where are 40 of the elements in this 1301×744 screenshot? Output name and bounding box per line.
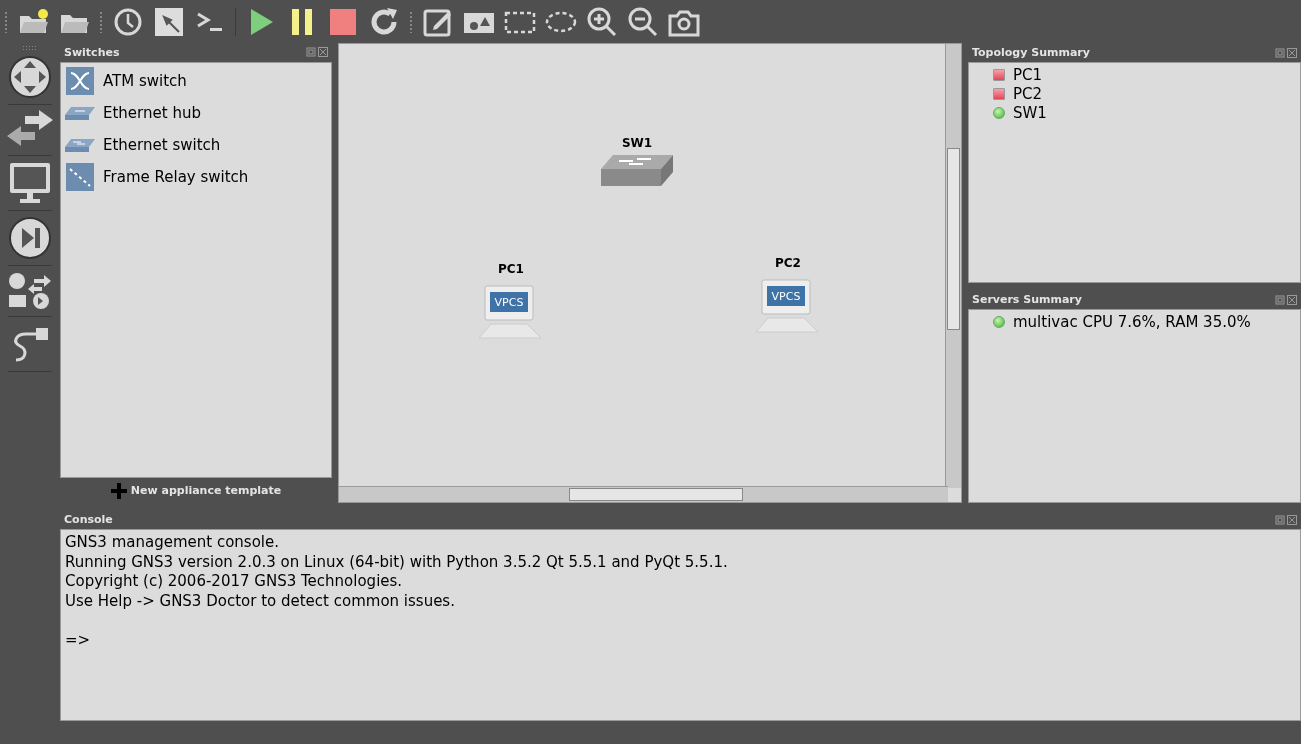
close-icon[interactable] [1287,294,1297,305]
network-switch-icon[interactable] [601,154,673,188]
server-item[interactable]: multivac CPU 7.6%, RAM 35.0% [1013,312,1251,331]
new-template-button[interactable]: New appliance template [110,478,282,503]
zoom-out-icon[interactable] [627,5,659,38]
frame-relay-icon [65,161,95,192]
skip-forward-icon[interactable] [8,216,52,260]
switch-icon [65,136,95,153]
console-line: GNS3 management console. [65,533,280,553]
panel-title: Console [64,513,113,526]
close-icon[interactable] [318,47,328,58]
device-item[interactable]: Ethernet switch [103,135,221,154]
close-icon[interactable] [1287,47,1297,58]
hub-icon [65,104,95,121]
console-line: Use Help -> GNS3 Doctor to detect common issues. [65,591,456,611]
router-icon[interactable] [8,55,52,99]
console-line: Copyright (c) 2006-2017 GNS3 Technologies. [65,572,404,592]
plus-icon [110,482,127,499]
panel-title: Switches [64,45,120,59]
node-item[interactable]: PC1 [1013,65,1043,84]
console-output[interactable] [60,529,1301,721]
device-item[interactable]: Ethernet hub [103,103,201,122]
panel-title: Servers Summary [972,293,1082,306]
horizontal-scrollbar[interactable] [339,486,948,502]
node-item[interactable]: SW1 [1013,103,1047,122]
node-item[interactable]: PC2 [1013,84,1043,103]
device-item[interactable]: ATM switch [103,71,187,90]
monitor-icon[interactable] [8,161,52,205]
panel-title: Topology Summary [972,46,1090,59]
all-devices-icon[interactable] [8,271,52,311]
close-icon[interactable] [1287,514,1297,525]
node-label: PC2 [775,256,801,270]
node-label: PC1 [498,262,524,276]
console-prompt: => [65,630,92,650]
console-line: Running GNS3 version 2.0.3 on Linux (64-bit) with Python 3.5.2 Qt 5.5.1 and PyQt 5.5.1. [65,552,729,572]
vertical-scrollbar[interactable] [945,44,961,488]
node-label: SW1 [621,136,653,150]
device-item[interactable]: Frame Relay switch [103,167,249,186]
atm-switch-icon [65,65,95,96]
zoom-in-icon[interactable] [586,5,618,38]
